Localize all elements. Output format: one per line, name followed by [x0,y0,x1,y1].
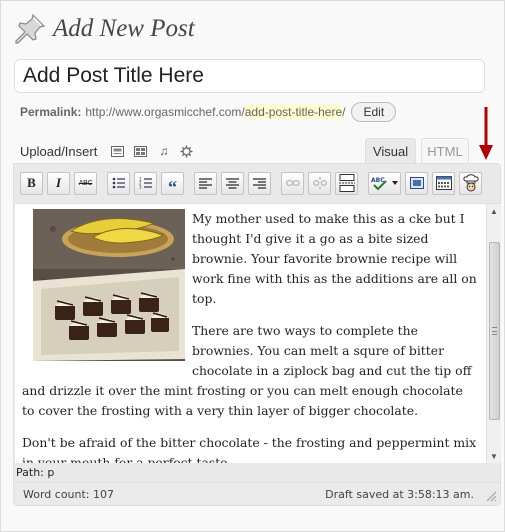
add-media-icon[interactable] [179,144,194,158]
editor-container: B I ABC 123 “ ABC My mother used to make… [13,163,501,506]
post-editor-screen: Add New Post Permalink: http://www.orgas… [0,0,505,532]
word-count: Word count: 107 [23,488,115,501]
bullet-list-button[interactable] [107,171,130,195]
bullet-list-icon [112,177,125,189]
scroll-up-arrow-icon[interactable]: ▲ [487,204,501,218]
editor-scrollbar[interactable]: ▲ ▼ [486,203,501,463]
bold-button[interactable]: B [20,171,43,195]
scroll-thumb[interactable] [489,242,500,420]
chef-plugin-button[interactable] [459,171,482,195]
align-center-icon [226,177,239,189]
add-audio-icon[interactable]: ♫ [156,144,171,158]
permalink-row: Permalink: http://www.orgasmicchef.com/ … [20,102,397,122]
chef-hat-icon [462,174,479,192]
page-title: Add New Post [53,15,195,42]
blockquote-icon: “ [168,177,177,197]
align-right-icon [253,177,266,189]
strikethrough-label: ABC [78,179,93,187]
upload-insert-label: Upload/Insert [20,143,98,159]
tab-visual[interactable]: Visual [365,138,416,164]
pushpin-icon [15,13,46,44]
editor-content-area[interactable]: My mother used to make this as a cke but… [15,203,486,463]
align-right-button[interactable] [248,171,271,195]
align-left-icon [199,177,212,189]
page-header: Add New Post [13,9,195,49]
scroll-down-arrow-icon[interactable]: ▼ [487,449,501,463]
editor-status-bar: Word count: 107 Draft saved at 3:58:13 a… [15,482,500,505]
kitchen-sink-icon [435,176,452,190]
align-left-button[interactable] [194,171,217,195]
permalink-trailing-slash: / [342,105,346,119]
strikethrough-button[interactable]: ABC [74,171,97,195]
italic-label: I [55,175,62,190]
insert-link-button[interactable] [281,171,304,195]
spellcheck-button[interactable]: ABC [368,171,401,195]
brownie-photo [33,209,185,361]
permalink-slug[interactable]: add-post-title-here [244,105,343,119]
upload-insert-row: Upload/Insert ♫ [20,142,202,160]
bold-label: B [27,175,36,190]
add-video-icon[interactable] [133,144,148,158]
red-arrow-annotation [479,107,493,160]
spellcheck-icon: ABC [371,177,398,191]
fullscreen-button[interactable] [405,171,428,195]
content-paragraph-3: Don't be afraid of the bitter chocolate … [22,435,477,463]
link-icon [285,180,300,186]
tab-html[interactable]: HTML [421,138,469,164]
editor-toolbar: B I ABC 123 “ ABC [20,170,486,196]
numbered-list-button[interactable]: 123 [134,171,157,195]
fullscreen-icon [409,177,424,189]
permalink-base-url: http://www.orgasmicchef.com/ [85,105,245,119]
svg-text:3: 3 [139,185,142,190]
insert-more-button[interactable] [335,171,358,195]
permalink-edit-button[interactable]: Edit [351,102,397,122]
post-title-input[interactable] [14,59,485,93]
kitchen-sink-button[interactable] [432,171,455,195]
add-image-icon[interactable] [110,144,125,158]
resize-handle-icon[interactable] [485,490,497,502]
blockquote-button[interactable]: “ [161,171,184,197]
element-path: Path: p [16,465,55,479]
permalink-label: Permalink: [20,105,82,119]
unlink-icon [312,177,327,189]
italic-button[interactable]: I [47,171,70,195]
draft-saved-status: Draft saved at 3:58:13 am. [325,488,474,501]
unlink-button[interactable] [308,171,331,195]
more-tag-icon [338,174,355,192]
numbered-list-icon: 123 [139,177,152,190]
scroll-grip-icon [492,327,497,335]
align-center-button[interactable] [221,171,244,195]
